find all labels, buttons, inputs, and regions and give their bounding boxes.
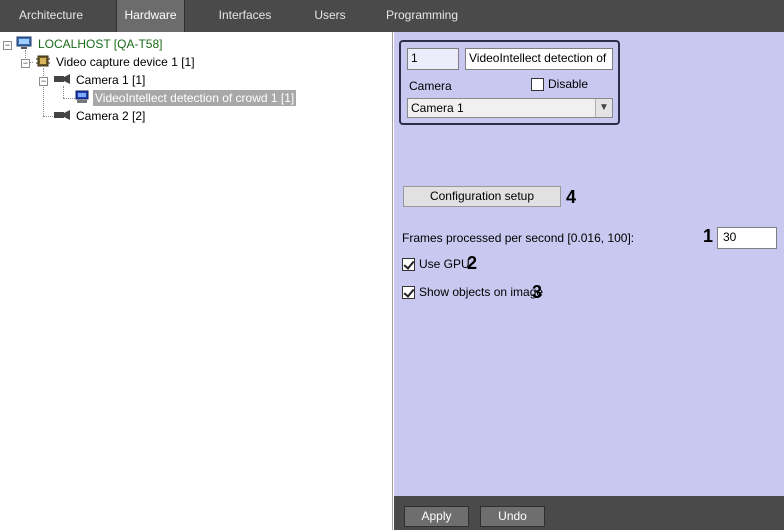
object-id-field[interactable]: 1 <box>407 48 459 70</box>
settings-panel: 1 VideoIntellect detection of cro Camera… <box>394 32 784 496</box>
tab-users[interactable]: Users <box>300 0 360 32</box>
tree-node-camera-1[interactable]: Camera 1 [1] <box>54 72 147 88</box>
chevron-down-icon[interactable]: ▼ <box>595 99 612 117</box>
tree-node-camera-2[interactable]: Camera 2 [2] <box>54 108 147 124</box>
disable-label: Disable <box>548 77 589 91</box>
tree-node-video-capture-device[interactable]: Video capture device 1 [1] <box>36 54 197 70</box>
collapse-toggle[interactable]: − <box>39 77 48 86</box>
use-gpu-option[interactable]: Use GPU <box>402 257 470 271</box>
callout-2: 2 <box>467 253 478 273</box>
tree-node-detector[interactable]: VideoIntellect detection of crowd 1 [1] <box>75 90 297 107</box>
object-header: 1 VideoIntellect detection of cro Camera… <box>399 40 620 125</box>
tree-label-detector: VideoIntellect detection of crowd 1 [1] <box>93 90 297 106</box>
callout-3: 3 <box>532 282 543 302</box>
tree-label-localhost: LOCALHOST [QA-T58] <box>38 37 163 51</box>
disable-checkbox[interactable] <box>531 77 544 91</box>
apply-button[interactable]: Apply <box>404 506 469 527</box>
fps-input[interactable]: 30 <box>717 227 777 249</box>
camera-label: Camera <box>409 79 452 93</box>
use-gpu-label: Use GPU <box>419 257 470 271</box>
undo-button[interactable]: Undo <box>480 506 545 527</box>
collapse-toggle[interactable]: − <box>3 41 12 50</box>
chip-icon <box>36 54 50 71</box>
tab-architecture[interactable]: Architecture <box>0 0 102 32</box>
tree-label-device: Video capture device 1 [1] <box>56 55 195 69</box>
hardware-tree: − LOCALHOST [QA-T58] − Video capture dev… <box>0 32 393 530</box>
camera-select[interactable]: Camera 1 ▼ <box>407 98 613 118</box>
collapse-toggle[interactable]: − <box>21 59 30 68</box>
tree-label-camera-2: Camera 2 [2] <box>76 109 146 123</box>
computer-icon <box>16 36 32 53</box>
show-objects-label: Show objects on image <box>419 285 544 299</box>
tree-label-camera-1: Camera 1 [1] <box>76 73 146 87</box>
monitor-icon <box>75 90 89 107</box>
fps-label: Frames processed per second [0.016, 100]… <box>402 231 635 245</box>
camera-icon <box>54 73 70 87</box>
camera-icon <box>54 109 70 123</box>
show-objects-checkbox[interactable] <box>402 285 415 299</box>
tab-programming[interactable]: Programming <box>377 0 467 32</box>
tab-hardware[interactable]: Hardware <box>116 0 185 32</box>
use-gpu-checkbox[interactable] <box>402 257 415 271</box>
disable-option[interactable]: Disable <box>531 77 588 91</box>
callout-4: 4 <box>566 187 577 207</box>
main-tab-bar: Architecture Hardware Interfaces Users P… <box>0 0 784 32</box>
object-name-field[interactable]: VideoIntellect detection of cro <box>465 48 613 70</box>
callout-1: 1 <box>703 226 714 246</box>
configuration-setup-button[interactable]: Configuration setup <box>403 186 561 207</box>
tree-connector <box>63 98 75 99</box>
tab-interfaces[interactable]: Interfaces <box>205 0 285 32</box>
show-objects-option[interactable]: Show objects on image <box>402 285 543 299</box>
camera-select-value: Camera 1 <box>411 101 464 115</box>
tree-node-localhost[interactable]: LOCALHOST [QA-T58] <box>16 36 164 52</box>
action-bar: Apply Undo <box>394 496 784 530</box>
